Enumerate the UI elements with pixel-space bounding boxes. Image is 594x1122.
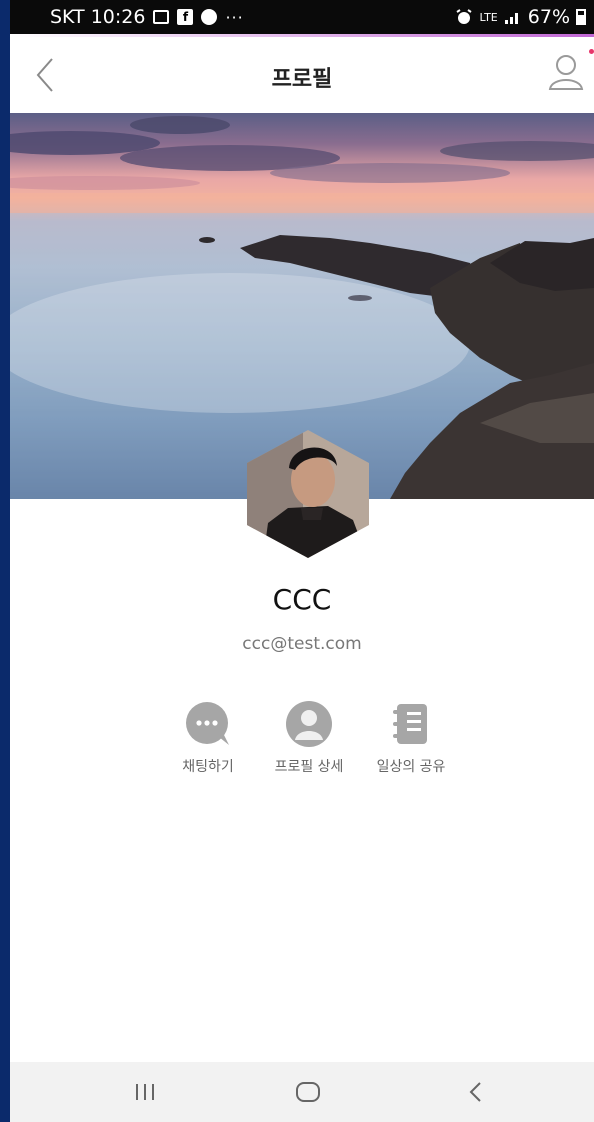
profile-detail-label: 프로필 상세 (274, 759, 344, 775)
user-icon (548, 55, 584, 90)
avatar[interactable] (243, 428, 373, 560)
messenger-icon (201, 9, 218, 25)
profile-actions: 채팅하기 프로필 상세 일상의 공유 (10, 700, 594, 790)
daily-share-button[interactable]: 일상의 공유 (356, 700, 466, 776)
nav-back-button[interactable] (456, 1076, 496, 1108)
phone-screen: SKT 10:26 f ··· LTE 67% 프로필 CCC ccc@test… (10, 0, 594, 1122)
gallery-icon (153, 10, 170, 24)
profile-name: CCC (272, 583, 332, 616)
profile-email: ccc@test.com (242, 634, 362, 654)
notification-dot (589, 49, 594, 54)
chat-label: 채팅하기 (182, 759, 234, 775)
page-title: 프로필 (271, 67, 333, 92)
chat-button[interactable]: 채팅하기 (153, 700, 263, 776)
carrier-time: SKT 10:26 (50, 6, 146, 28)
home-icon (296, 1082, 320, 1102)
battery-percent: 67% (527, 6, 570, 28)
user-profile-button[interactable] (546, 51, 586, 93)
notebook-icon (393, 704, 427, 744)
alarm-icon (456, 9, 473, 24)
app-bar: 프로필 (10, 37, 594, 113)
person-icon (286, 701, 332, 747)
chat-bubble-icon (186, 702, 229, 745)
more-notifications: ··· (225, 7, 244, 27)
status-bar: SKT 10:26 f ··· LTE 67% (10, 0, 594, 34)
battery-icon (576, 9, 586, 25)
home-button[interactable] (288, 1076, 328, 1108)
system-nav-bar (10, 1062, 594, 1122)
recent-apps-button[interactable] (125, 1076, 165, 1108)
signal-icon (504, 13, 518, 24)
back-icon (469, 1082, 481, 1102)
network-type: LTE (479, 10, 498, 24)
facebook-icon: f (177, 9, 194, 25)
daily-share-label: 일상의 공유 (376, 759, 446, 775)
profile-detail-button[interactable]: 프로필 상세 (254, 700, 364, 776)
recent-apps-icon (136, 1084, 154, 1100)
hexagon-avatar-photo (247, 430, 369, 558)
